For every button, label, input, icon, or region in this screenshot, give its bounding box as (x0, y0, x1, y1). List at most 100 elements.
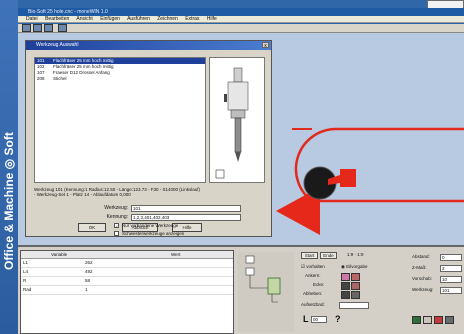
ankern-icon-2[interactable] (351, 273, 360, 281)
ecke-icon[interactable] (341, 282, 350, 290)
side-banner-text: Office & Machine ◎ Soft (1, 40, 17, 334)
table-row[interactable]: R 58 (21, 277, 233, 286)
checkbox-schwester[interactable]: Schwesterwerkzeuge anzeigen (114, 230, 184, 237)
variable-table: Variable Wert L1 262 L4 492 R 58 Rad 1 (20, 250, 234, 334)
help-icon[interactable]: ? (335, 314, 341, 324)
ecke-icon-2[interactable] (351, 282, 360, 290)
tool-name: Stichel (53, 76, 67, 81)
var-name: Rad (23, 287, 32, 292)
eilvorgabe-radio[interactable]: ◉ Eilvorgabe (341, 264, 367, 270)
abstand-field[interactable]: 0 (440, 254, 462, 261)
menu-zeichnen[interactable]: Zeichnen (157, 16, 178, 22)
header-variable: Variable (51, 252, 68, 257)
window-title: Bio-Soft 25 hole.cnc - moneWIN 1.0 (18, 8, 464, 16)
aufsetz-field[interactable] (339, 302, 369, 309)
werkzeug-row: Werkzeug: 101 (84, 205, 241, 212)
kennung-label: Kennung: (106, 214, 128, 220)
vorhalten-checkbox[interactable]: ☑ vorhalten (301, 264, 325, 270)
tool-preview-icon (215, 67, 249, 179)
var-name: R (23, 278, 27, 283)
table-row[interactable]: Rad 1 (21, 286, 233, 295)
tool-info: Werkzeug 101 (Kennung:1 Radius:12.50 - L… (34, 187, 264, 197)
werkzeug-label: Werkzeug: (412, 287, 434, 292)
tool-name: Flachfräser 25 mm hoch mittig (53, 58, 114, 63)
abstand-label: Abstand: (412, 254, 430, 259)
start-button[interactable]: Start (301, 252, 318, 259)
range-label: 1:9 · 1:9 (347, 252, 364, 257)
menu-datei[interactable]: Datei (26, 16, 38, 22)
ecke-label: Ecke: (313, 282, 325, 287)
close-button[interactable]: x (262, 42, 269, 49)
tree-panel (238, 252, 294, 332)
open-file-icon[interactable] (33, 24, 42, 32)
tool-list[interactable]: 101 Flachfräser 25 mm hoch mittig 102 Flac… (34, 57, 206, 183)
dialog-title-text: Werkzeug Auswahl (36, 42, 79, 48)
tool-name: Fraeser D12 Drossel Anfang (53, 70, 110, 75)
vorschub-label: Vorschub: (412, 276, 433, 281)
checkbox-vorhandene-label: Nur vorhandene Werkzeuge (122, 223, 179, 228)
new-file-icon[interactable] (22, 24, 31, 32)
tool-preview (209, 57, 265, 183)
header-wert: Wert (171, 252, 181, 257)
vorschub-field[interactable]: 10 (440, 276, 462, 283)
tree-structure-icon (245, 255, 281, 303)
werkzeug-label: Werkzeug: (104, 205, 128, 211)
menu-bar: Datei Bearbeiten Ansicht Einfügen Ausfüh… (18, 16, 464, 23)
abheben-label: Abheben: (303, 291, 323, 296)
toolbar (18, 24, 464, 33)
top-strip (18, 0, 464, 8)
menu-ansicht[interactable]: Ansicht (76, 16, 92, 22)
var-value: 492 (85, 269, 93, 274)
ankern-icon[interactable] (341, 273, 350, 281)
werkzeug-field[interactable]: 101 (131, 205, 241, 212)
menu-extras[interactable]: Extras (185, 16, 199, 22)
zmass-field[interactable]: 2 (440, 265, 462, 272)
ok-button[interactable]: OK (78, 223, 106, 232)
var-name: L1 (23, 260, 29, 265)
checkbox-empty-icon (114, 231, 119, 236)
tool-icon-4[interactable] (445, 316, 454, 324)
tool-icon-2[interactable] (423, 316, 432, 324)
eilvorgabe-label: Eilvorgabe (346, 264, 368, 269)
kennung-dropdown[interactable]: 1,2,3,401,402,403 (131, 214, 241, 221)
dialog-title: Werkzeug Auswahl x (26, 41, 271, 50)
checkbox-schwester-label: Schwesterwerkzeuge anzeigen (122, 231, 185, 236)
length-field[interactable]: 00 (311, 316, 327, 323)
right-fields: Abstand: 0 Z-Maß: 2 Vorschub: 10 Werkzeu… (412, 250, 464, 334)
side-banner-svg: Office & Machine ◎ Soft (2, 132, 16, 270)
menu-bearbeiten[interactable]: Bearbeiten (45, 16, 69, 22)
tool-info-line2: - Werkzeug-Set 1 - Platz 14 - Ablaufdatu… (34, 192, 131, 197)
save-icon[interactable] (44, 24, 53, 32)
aufsetz-label: Aufsetzbnd: (301, 302, 325, 307)
zmass-label: Z-Maß: (412, 265, 427, 270)
vorhalten-label: vorhalten (306, 264, 325, 269)
abheben-icon-2[interactable] (351, 291, 360, 299)
tool-name: Flachfräser 25 mm hoch mittig (53, 64, 114, 69)
table-row[interactable]: L1 262 (21, 259, 233, 268)
var-value: 58 (85, 278, 91, 283)
werkzeug-field[interactable]: 101 (440, 287, 462, 294)
side-banner: Office & Machine ◎ Soft (0, 0, 18, 334)
abheben-icon[interactable] (341, 291, 350, 299)
tool-icon-3[interactable] (434, 316, 443, 324)
side-banner-label: Office & Machine ◎ Soft (2, 132, 16, 270)
properties-panel: Start Ende 1:9 · 1:9 ☑ vorhalten ◉ Eilvo… (301, 250, 411, 334)
ende-button[interactable]: Ende (320, 252, 337, 259)
length-icon: L (303, 314, 309, 324)
print-icon[interactable] (58, 24, 67, 32)
var-value: 262 (85, 260, 93, 265)
menu-ausfuehren[interactable]: Ausführen (127, 16, 150, 22)
var-name: L4 (23, 269, 29, 274)
bottom-panel: Variable Wert L1 262 L4 492 R 58 Rad 1 Start… (18, 245, 464, 334)
var-value: 1 (85, 287, 88, 292)
checkbox-vorhandene[interactable]: ✓ Nur vorhandene Werkzeuge (114, 222, 178, 229)
list-item[interactable]: 208 Stichel (35, 76, 205, 82)
table-header: Variable Wert (21, 251, 233, 259)
menu-hilfe[interactable]: Hilfe (207, 16, 217, 22)
menu-einfuegen[interactable]: Einfügen (100, 16, 120, 22)
tool-number: 208 (37, 76, 45, 81)
kennung-row: Kennung: 1,2,3,401,402,403 (84, 214, 241, 221)
tool-icon-1[interactable] (412, 316, 421, 324)
ankern-label: Ankern: (305, 273, 321, 278)
table-row[interactable]: L4 492 (21, 268, 233, 277)
